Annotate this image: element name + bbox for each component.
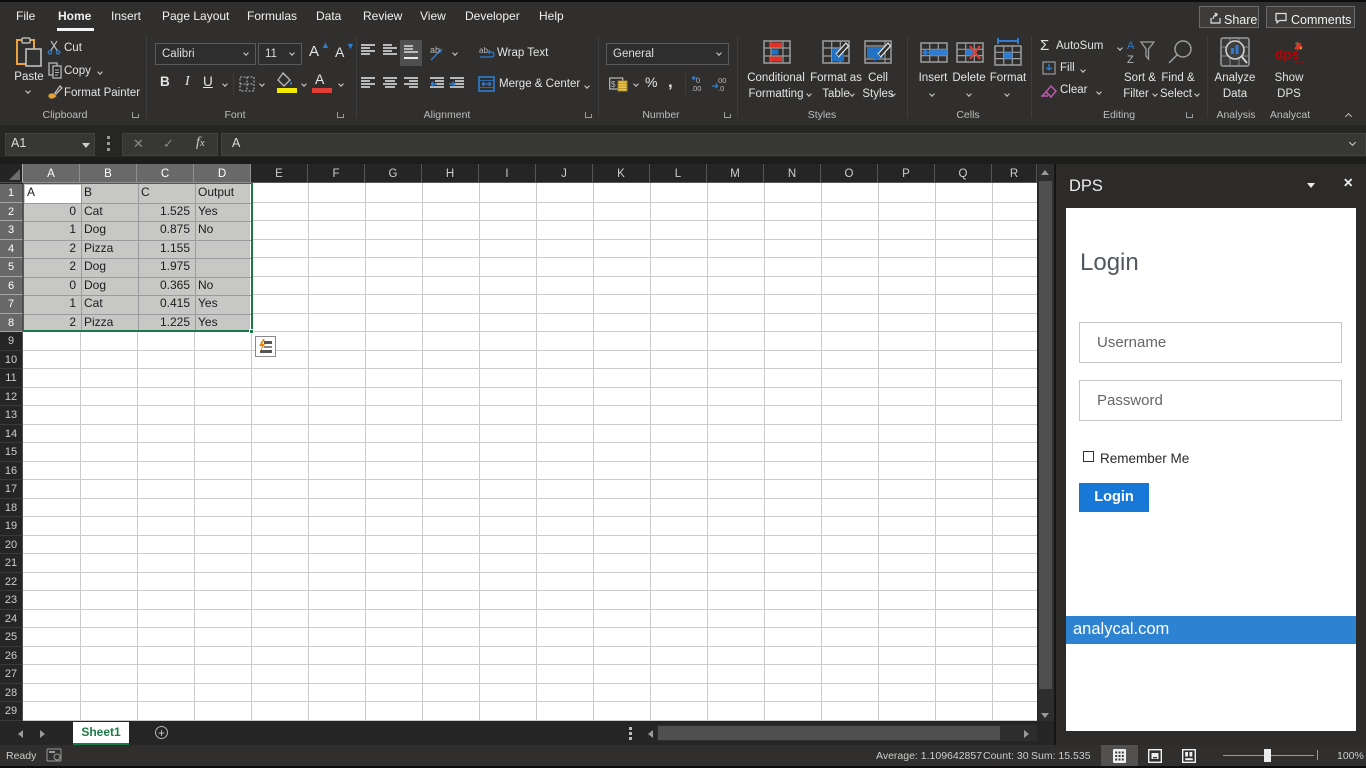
svg-text:ab: ab [479, 46, 488, 55]
svg-text:dps: dps [1275, 47, 1299, 62]
svg-text:ab: ab [430, 45, 440, 55]
svg-text:.0: .0 [718, 84, 724, 92]
svg-text:$: $ [611, 80, 616, 89]
svg-text:A: A [1127, 40, 1135, 52]
svg-text:.00: .00 [691, 84, 701, 92]
svg-text:Z: Z [1127, 54, 1134, 65]
